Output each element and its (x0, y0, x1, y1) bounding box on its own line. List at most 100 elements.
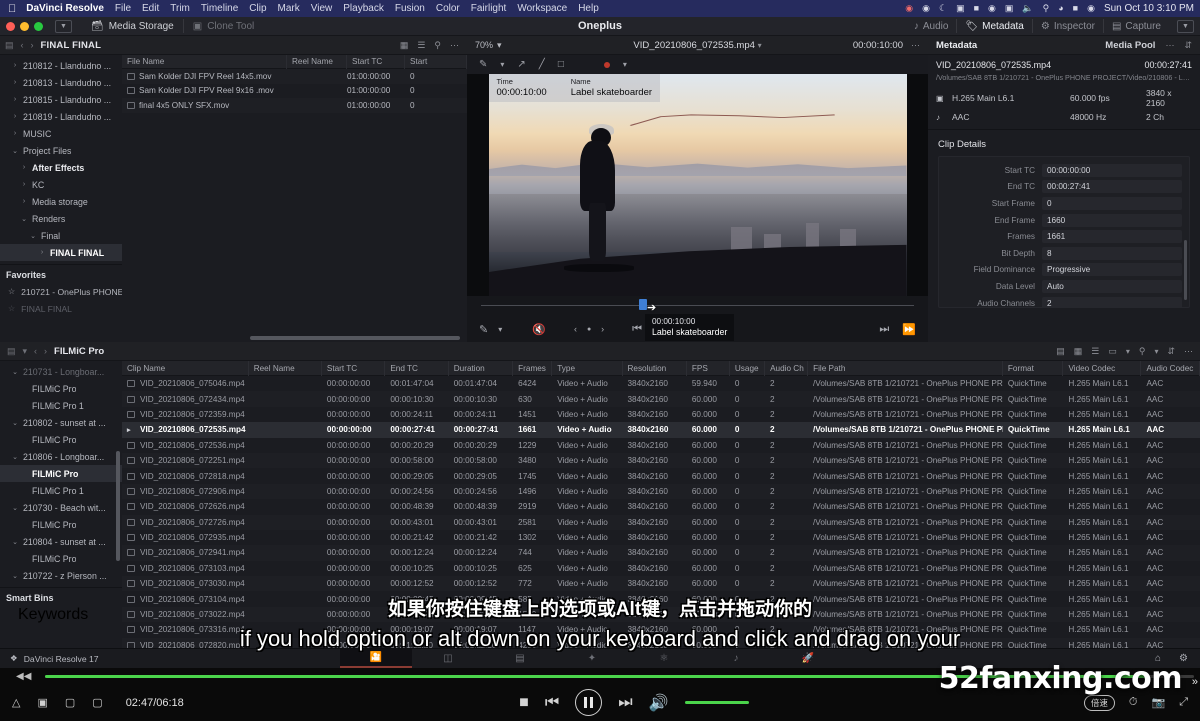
media-pool-bin-item[interactable]: ⌄ 210804 - sunset at ... (0, 533, 122, 550)
volume-icon[interactable]: 🔈 (1022, 4, 1033, 13)
clip-table-row[interactable]: VID_20210806_072941.mp4 00:00:00:00 00:00:… (122, 545, 1200, 561)
favorites-list[interactable]: ☆ 210721 - OnePlus PHONE ... ☆ FINAL FINAL (0, 283, 122, 317)
library-tree-item[interactable]: › FINAL FINAL (0, 244, 122, 261)
back-button[interactable]: ‹ (21, 40, 24, 50)
moon-icon[interactable]: ☾ (939, 4, 947, 13)
star-icon[interactable]: ☆ (8, 304, 15, 313)
checkbox-icon[interactable] (127, 564, 135, 572)
library-tree-item[interactable]: › 210812 - Llandudno ... (0, 57, 122, 74)
media-pool-bin-item[interactable]: FILMiC Pro (0, 465, 122, 482)
jump-to-start-icon[interactable]: ⏮ (632, 323, 642, 336)
media-list-row[interactable]: Sam Kolder DJI FPV Reel 14x5.mov 01:00:00… (122, 69, 467, 84)
media-pool-bin-item[interactable]: FILMiC Pro 1 (0, 482, 122, 499)
quality-1080p-icon[interactable]: ▣ (37, 696, 47, 709)
menu-file[interactable]: File (115, 3, 131, 14)
window-traffic-lights[interactable] (6, 21, 43, 31)
metadata-detail-value[interactable]: 0 (1042, 196, 1182, 210)
library-tree-item[interactable]: › 210815 - Llandudno ... (0, 91, 122, 108)
media-pool-bin-item[interactable]: FILMiC Pro (0, 550, 122, 567)
search-icon[interactable]: ⚲ (434, 40, 441, 51)
page-tab-cut[interactable]: ◫ (412, 649, 484, 668)
viewer-options-icon[interactable]: ⋯ (911, 40, 920, 51)
checkbox-icon[interactable] (127, 580, 135, 588)
media-pool-tab[interactable]: Media Pool (1105, 40, 1155, 51)
expand-caret-icon[interactable]: ⌄ (29, 232, 37, 240)
playhead-marker[interactable] (639, 299, 647, 310)
page-tab-fairlight[interactable]: ♪ (700, 649, 772, 668)
expand-caret-icon[interactable]: ⌄ (11, 147, 19, 155)
expand-caret-icon[interactable]: ⌄ (20, 215, 28, 223)
page-tab-fusion[interactable]: ✦ (556, 649, 628, 668)
checkbox-icon[interactable] (127, 626, 135, 634)
list-view-icon[interactable]: ☰ (417, 40, 425, 51)
fullscreen-icon[interactable]: ⤢ (1179, 696, 1188, 709)
menu-davinci-resolve[interactable]: DaVinci Resolve (26, 3, 104, 14)
clip-table-row[interactable]: VID_20210806_072626.mp4 00:00:00:00 00:00:… (122, 499, 1200, 514)
search-icon[interactable]: ⚲ (1139, 346, 1146, 357)
forward-button[interactable]: › (44, 346, 47, 356)
menu-playback[interactable]: Playback (343, 3, 384, 14)
clip-table-row[interactable]: VID_20210806_075046.mp4 00:00:00:00 00:01:… (122, 376, 1200, 391)
annotation-icon[interactable]: ✎ (479, 323, 488, 336)
wifi-icon[interactable]: ◕ (1058, 4, 1063, 13)
toggle-audio-panel[interactable]: ♪ Audio (906, 21, 957, 32)
clip-table-row[interactable]: VID_20210806_073316.mp4 00:00:00:00 00:00:… (122, 622, 1200, 637)
checkbox-icon[interactable] (127, 410, 135, 418)
apple-menu-icon[interactable]:  (8, 3, 16, 15)
library-tree-item[interactable]: › Media storage (0, 193, 122, 210)
col-format[interactable]: Format (1003, 361, 1064, 376)
checkbox-icon[interactable] (127, 395, 135, 403)
clip-table-row[interactable]: VID_20210806_072906.mp4 00:00:00:00 00:00:… (122, 483, 1200, 500)
toggle-capture-panel[interactable]: ▤ Capture (1104, 21, 1169, 32)
clock-icon[interactable]: ⏱ (1129, 696, 1138, 709)
menu-trim[interactable]: Trim (170, 3, 190, 14)
clone-tool-button[interactable]: ▣ Clone Tool (184, 17, 264, 36)
checkbox-icon[interactable] (127, 72, 135, 80)
more-options-icon[interactable]: ⋯ (450, 40, 459, 51)
col-reel-name[interactable]: Reel Name (249, 361, 322, 376)
battery-icon[interactable]: ■ (974, 4, 979, 13)
minimize-window-button[interactable] (20, 21, 29, 31)
chevron-down-icon[interactable]: ▾ (498, 325, 502, 334)
chevron-down-icon[interactable]: ▾ (623, 60, 627, 69)
viewer-canvas[interactable]: Time 00:00:10:00 Name Label skateboarder (467, 74, 928, 296)
toggle-metadata-panel[interactable]: 🏷 Metadata (957, 21, 1031, 32)
favorite-item[interactable]: ☆ FINAL FINAL (0, 300, 122, 317)
star-icon[interactable]: ☆ (8, 287, 15, 296)
checkbox-icon[interactable] (127, 441, 135, 449)
media-pool-bin-item[interactable]: FILMiC Pro 1 (0, 397, 122, 414)
checkbox-icon[interactable] (127, 487, 135, 495)
more-options-icon[interactable]: ⋯ (1165, 40, 1174, 51)
col-type[interactable]: Type (552, 361, 623, 376)
expand-caret-icon[interactable]: › (11, 130, 19, 137)
next-clip-icon[interactable]: ⏭ (879, 323, 889, 336)
obs-icon[interactable]: ◉ (905, 4, 913, 13)
page-tab-edit[interactable]: ▤ (484, 649, 556, 668)
search-icon[interactable]: ⚲ (1043, 4, 1050, 13)
maximize-window-button[interactable] (34, 21, 43, 31)
media-list-rows[interactable]: Sam Kolder DJI FPV Reel 14x5.mov 01:00:00… (122, 69, 467, 113)
col-file-path[interactable]: File Path (808, 361, 1003, 376)
menu-fusion[interactable]: Fusion (395, 3, 425, 14)
chevron-down-icon[interactable]: ▾ (23, 346, 28, 357)
media-list-row[interactable]: final 4x5 ONLY SFX.mov 01:00:00:00 0 (122, 98, 467, 113)
page-tab-media[interactable]: 🎦 (340, 649, 412, 668)
col-start-tc[interactable]: Start TC (347, 54, 405, 69)
menu-view[interactable]: View (311, 3, 333, 14)
library-tree-item[interactable]: › KC (0, 176, 122, 193)
clip-table-rows[interactable]: VID_20210806_075046.mp4 00:00:00:00 00:01:… (122, 376, 1200, 654)
clip-table-row[interactable]: VID_20210806_073030.mp4 00:00:00:00 00:00:… (122, 576, 1200, 592)
expand-caret-icon[interactable]: ⌄ (11, 419, 19, 427)
keyboard-layout-icon[interactable]: ▣ (1005, 4, 1014, 13)
scrub-track[interactable] (481, 305, 914, 306)
expand-caret-icon[interactable]: › (20, 198, 28, 205)
metadata-tab[interactable]: Metadata (936, 40, 977, 51)
mute-audio-icon[interactable]: 🔇 (532, 323, 546, 336)
workspace-layout-button[interactable]: ▼ (1177, 19, 1194, 33)
menu-workspace[interactable]: Workspace (517, 3, 567, 14)
page-tab-deliver[interactable]: 🚀 (772, 649, 844, 668)
expand-caret-icon[interactable]: › (11, 96, 19, 103)
prev-keyframe-icon[interactable]: ‹ (574, 324, 577, 334)
media-pool-bin-item[interactable]: FILMiC Pro (0, 516, 122, 533)
library-tree-item[interactable]: ⌄ Project Files (0, 142, 122, 159)
